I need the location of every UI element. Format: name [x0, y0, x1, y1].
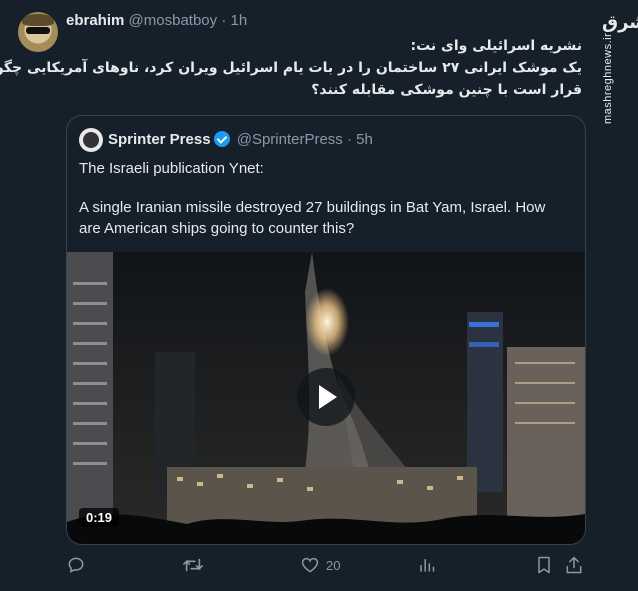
author-avatar[interactable] — [18, 12, 58, 52]
video-player[interactable]: 0:19 — [67, 252, 585, 544]
retweet-icon — [183, 558, 203, 572]
quoted-time[interactable]: 5h — [356, 131, 373, 148]
share-icon — [566, 556, 582, 574]
retweet-button[interactable] — [182, 553, 204, 577]
quoted-text-line-3: are American ships going to counter this… — [79, 220, 355, 237]
quoted-text-line-1: The Israeli publication Ynet: — [79, 160, 264, 177]
like-button[interactable]: 20 — [300, 553, 340, 577]
tweet-header: ebrahim @mosbatboy · 1h — [66, 12, 247, 30]
bookmark-button[interactable] — [534, 553, 554, 577]
verified-badge-icon — [213, 131, 230, 147]
play-button[interactable] — [297, 368, 355, 426]
quoted-avatar[interactable] — [79, 128, 103, 152]
mashregh-watermark: مشرق mashreghnews.ir — [600, 12, 638, 124]
bookmark-icon — [538, 556, 550, 574]
author-name[interactable]: ebrahim — [66, 12, 124, 29]
quoted-author-name[interactable]: Sprinter Press — [108, 131, 211, 148]
quoted-header: Sprinter Press @SprinterPress · 5h — [108, 130, 373, 150]
avatar-glasses — [26, 27, 50, 34]
reply-icon — [68, 557, 84, 573]
avatar-hair — [22, 14, 54, 26]
quoted-author-handle[interactable]: @SprinterPress — [237, 131, 343, 148]
tweet-text-line-3: قرار است با چنین موشکی مقابله کنند؟ — [311, 82, 582, 98]
quoted-avatar-inner — [83, 132, 99, 148]
tweet[interactable]: ebrahim @mosbatboy · 1h نشریه اسرائیلی و… — [0, 0, 638, 591]
video-duration: 0:19 — [79, 508, 120, 527]
author-handle[interactable]: @mosbatboy — [129, 12, 218, 29]
quoted-tweet[interactable]: Sprinter Press @SprinterPress · 5h The I… — [66, 115, 586, 545]
action-bar: 20 — [66, 553, 586, 577]
reply-button[interactable] — [66, 553, 86, 577]
tweet-text-line-2: یک موشک ایرانی ۲۷ ساختمان را در بات یام … — [0, 60, 582, 76]
tweet-text-line-1: نشریه اسرائیلی وای نت: — [410, 38, 582, 54]
share-button[interactable] — [564, 553, 584, 577]
watermark-url: mashreghnews.ir — [602, 32, 614, 124]
quoted-text-line-2: A single Iranian missile destroyed 27 bu… — [79, 199, 546, 216]
views-button[interactable] — [416, 553, 436, 577]
like-icon — [301, 557, 319, 573]
like-count: 20 — [326, 557, 341, 573]
views-icon — [420, 559, 435, 572]
quoted-separator: · — [346, 131, 352, 148]
tweet-time[interactable]: 1h — [230, 12, 247, 29]
header-separator: · — [221, 12, 227, 29]
